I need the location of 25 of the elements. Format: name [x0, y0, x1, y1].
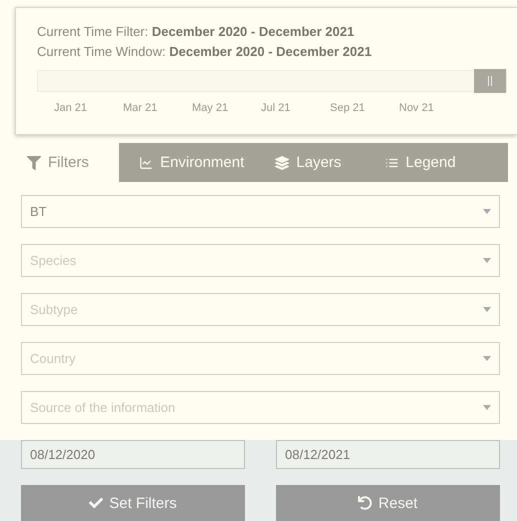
- axis-label: Jul 21: [260, 101, 292, 114]
- set-filters-button[interactable]: Set Filters: [21, 485, 245, 521]
- caret-icon: [483, 405, 491, 410]
- time-window-text: Current Time Window: December 2020 - December 2021: [37, 43, 373, 61]
- axis-label: Mar 21: [122, 101, 158, 114]
- slider-handle[interactable]: [474, 69, 506, 93]
- caret-icon: [483, 258, 491, 263]
- date-field[interactable]: 08/12/2021: [276, 440, 500, 469]
- caret-icon: [483, 209, 491, 214]
- axis-label: Jan 21: [53, 101, 88, 114]
- caret-icon: [483, 307, 491, 312]
- layers-icon: [275, 156, 290, 170]
- check-icon: [89, 496, 104, 510]
- dropdown-field[interactable]: BT: [21, 195, 500, 228]
- axis-label: Sep 21: [329, 101, 366, 114]
- reset-button[interactable]: Reset: [276, 485, 500, 521]
- caret-icon: [483, 356, 491, 361]
- filter-icon: [27, 156, 41, 170]
- line-chart-icon: [139, 156, 154, 170]
- axis-label: May 21: [191, 101, 230, 114]
- tab[interactable]: Filters: [15, 143, 120, 182]
- date-field[interactable]: 08/12/2020: [21, 440, 245, 469]
- axis-label: Nov 21: [398, 101, 435, 114]
- undo-icon: [358, 496, 372, 510]
- time-filter-text: Current Time Filter: December 2020 - December 2021: [37, 23, 356, 41]
